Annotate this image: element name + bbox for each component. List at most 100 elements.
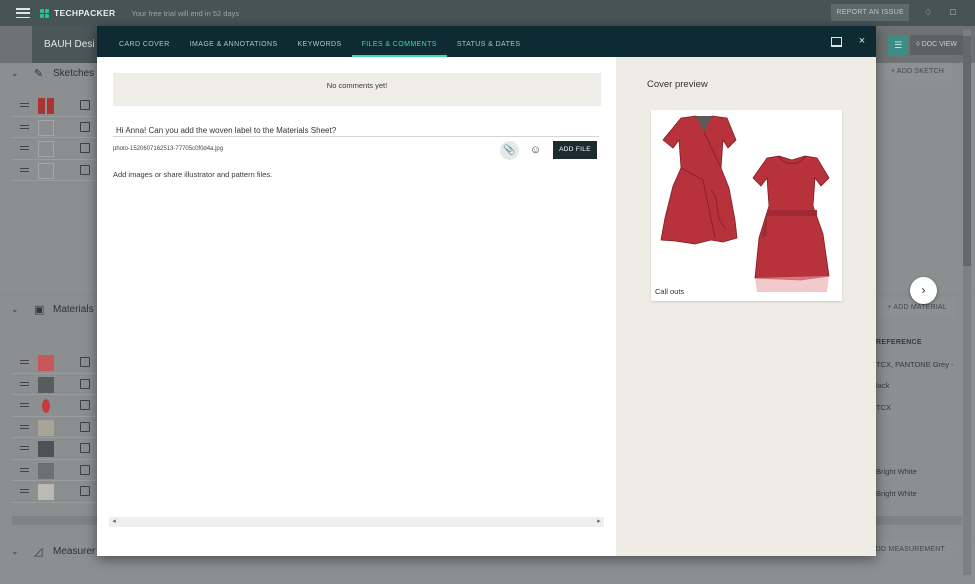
row-checkbox[interactable] [80, 143, 90, 153]
material-thumbnail[interactable] [38, 441, 54, 457]
chat-icon[interactable]: □ [948, 7, 958, 17]
chevron-down-icon[interactable]: ⌄ [11, 304, 19, 315]
drag-handle-icon[interactable] [20, 403, 29, 407]
techpacker-logo[interactable]: TECHPACKER [40, 8, 115, 18]
cover-preview-pane: Cover preview Call outs [616, 57, 876, 556]
sketch-rows [12, 95, 100, 181]
reference-cell: Bright White [876, 467, 917, 476]
row-checkbox[interactable] [80, 400, 90, 410]
material-rows [12, 352, 100, 503]
chevron-down-icon[interactable]: ⌄ [11, 68, 19, 79]
brand-name: TECHPACKER [54, 8, 116, 18]
sketches-title: Sketches [53, 68, 95, 79]
view-switcher: ☰ ◊ DOC VIEW [888, 35, 963, 55]
table-row[interactable] [12, 160, 100, 181]
row-checkbox[interactable] [80, 357, 90, 367]
drag-handle-icon[interactable] [20, 124, 29, 129]
drag-handle-icon[interactable] [20, 446, 29, 450]
drag-handle-icon[interactable] [20, 467, 29, 472]
report-issue-button[interactable]: REPORT AN ISSUE [831, 4, 909, 21]
cover-preview-card[interactable]: Call outs [651, 110, 842, 301]
add-sketch-button[interactable]: + ADD SKETCH [882, 63, 952, 81]
material-thumbnail[interactable] [38, 398, 54, 414]
sketch-thumbnail[interactable] [38, 141, 54, 157]
tab-status-dates[interactable]: STATUS & DATES [447, 26, 531, 57]
dress-back-illustration [752, 155, 830, 292]
add-material-label: ADD MATERIAL [893, 304, 947, 311]
add-measurement-button[interactable]: ADD MEASUREMENT [862, 541, 953, 559]
scroll-right-icon[interactable]: ▸ [594, 517, 604, 527]
sketch-thumbnail[interactable] [38, 162, 54, 179]
comment-input[interactable] [113, 124, 599, 137]
row-checkbox[interactable] [80, 100, 90, 110]
material-thumbnail[interactable] [38, 376, 54, 393]
drag-handle-icon[interactable] [20, 103, 29, 107]
cover-preview-title: Cover preview [647, 79, 708, 90]
table-row[interactable] [12, 138, 100, 160]
sketch-thumbnail[interactable] [38, 119, 54, 136]
table-row[interactable] [12, 95, 100, 117]
doc-view-label: DOC VIEW [921, 41, 957, 48]
paperclip-icon[interactable]: 📎 [500, 141, 519, 160]
row-checkbox[interactable] [80, 378, 90, 389]
document-title[interactable]: BAUH Desi [32, 26, 107, 63]
table-row[interactable] [12, 438, 100, 460]
cube-icon: ▣ [34, 304, 45, 316]
page-scroll-thumb[interactable] [963, 36, 971, 266]
scroll-left-icon[interactable]: ◂ [109, 517, 119, 527]
row-checkbox[interactable] [80, 443, 90, 453]
comments-horizontal-scrollbar[interactable]: ◂ ▸ [109, 517, 604, 527]
add-sketch-label: ADD SKETCH [896, 68, 944, 75]
minimize-icon[interactable] [830, 35, 842, 47]
emoji-icon[interactable]: ☺ [528, 143, 543, 158]
drag-handle-icon[interactable] [20, 381, 29, 386]
material-thumbnail[interactable] [38, 355, 54, 371]
table-row[interactable] [12, 374, 100, 395]
drag-handle-icon[interactable] [20, 489, 29, 493]
table-row[interactable] [12, 117, 100, 138]
attached-file-name[interactable]: photo-1520607162513-77705c0f0d4a.jpg [113, 146, 223, 152]
drag-handle-icon[interactable] [20, 167, 29, 172]
close-icon[interactable]: × [856, 35, 868, 47]
tab-image-annotations[interactable]: IMAGE & ANNOTATIONS [180, 26, 288, 57]
drag-handle-icon[interactable] [20, 360, 29, 364]
table-row[interactable] [12, 352, 100, 374]
ruler-icon: ◿ [34, 546, 43, 558]
sketch-thumbnail[interactable] [38, 98, 54, 114]
dress-illustration [660, 115, 830, 292]
material-thumbnail[interactable] [38, 462, 54, 479]
table-row[interactable] [12, 395, 100, 417]
add-measurement-label: ADD MEASUREMENT [870, 546, 945, 553]
row-checkbox[interactable] [80, 421, 90, 432]
tab-keywords[interactable]: KEYWORDS [288, 26, 352, 57]
drag-handle-icon[interactable] [20, 424, 29, 429]
list-view-icon[interactable]: ☰ [888, 35, 909, 55]
pencil-icon: ✎ [34, 68, 44, 80]
table-row[interactable] [12, 460, 100, 481]
bell-icon[interactable]: ♢ [923, 7, 933, 17]
chevron-down-icon[interactable]: ⌄ [11, 546, 19, 557]
material-thumbnail[interactable] [38, 484, 54, 500]
hamburger-icon[interactable] [16, 8, 30, 18]
files-comments-pane: No comments yet! photo-1520607162513-777… [97, 57, 616, 556]
add-file-button[interactable]: ADD FILE [553, 141, 597, 159]
doc-view-button[interactable]: ◊ DOC VIEW [910, 35, 963, 55]
cover-caption: Call outs [655, 287, 685, 296]
reference-cell: TCX, PANTONE Grey - [876, 360, 954, 369]
reference-cell: Bright White [876, 489, 917, 498]
row-checkbox[interactable] [80, 121, 90, 132]
material-thumbnail[interactable] [38, 419, 54, 436]
tab-card-cover[interactable]: CARD COVER [109, 26, 180, 57]
table-row[interactable] [12, 417, 100, 438]
drag-handle-icon[interactable] [20, 146, 29, 150]
row-checkbox[interactable] [80, 486, 90, 496]
logo-mark-icon [40, 8, 49, 18]
tab-files-comments[interactable]: FILES & COMMENTS [351, 26, 448, 57]
reference-column-header: REFERENCE [876, 339, 922, 346]
reference-cell: lack [876, 381, 890, 390]
top-bar: TECHPACKER Your free trial will end in 5… [0, 0, 975, 26]
row-checkbox[interactable] [80, 464, 90, 475]
chevron-right-icon[interactable]: › [910, 277, 937, 304]
row-checkbox[interactable] [80, 164, 90, 175]
table-row[interactable] [12, 481, 100, 503]
